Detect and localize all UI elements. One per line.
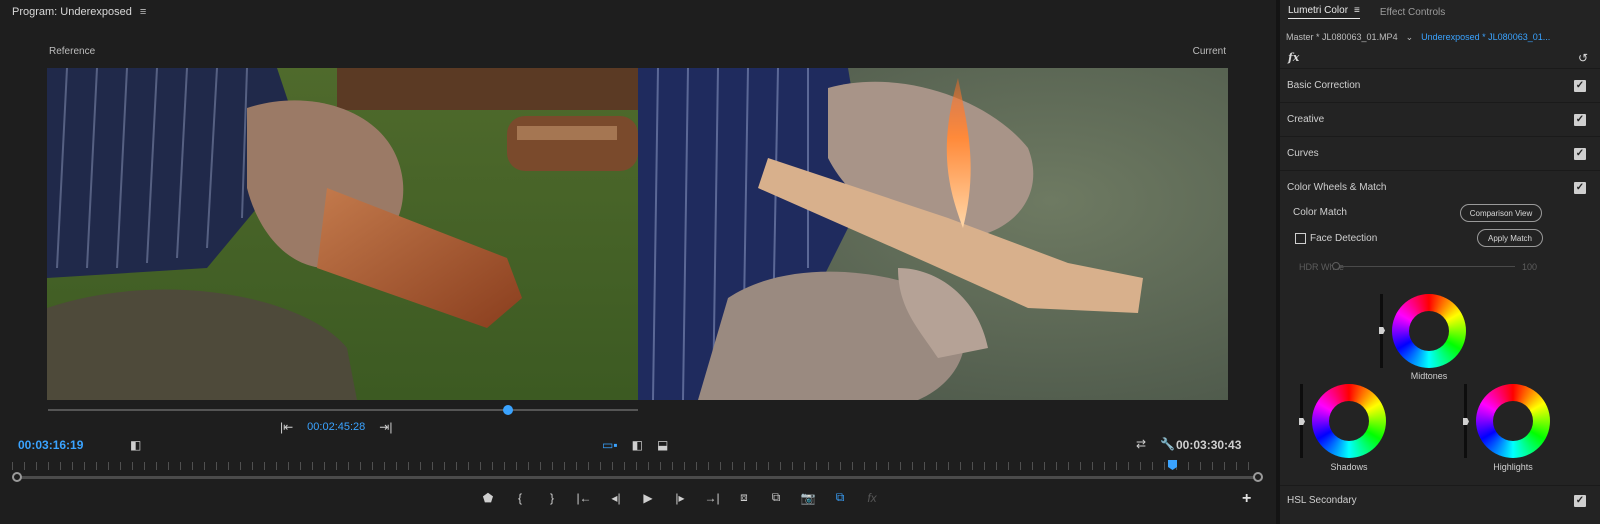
- section-enable-checkbox[interactable]: ✓: [1574, 147, 1586, 160]
- reference-timecode[interactable]: 00:02:45:28: [307, 421, 365, 433]
- section-label: Creative: [1287, 114, 1325, 125]
- export-frame-icon[interactable]: 📷: [800, 491, 816, 505]
- play-icon[interactable]: ▶: [640, 491, 656, 505]
- fx-disabled-icon[interactable]: fx: [864, 491, 880, 505]
- hdr-white-value: 100: [1522, 262, 1538, 272]
- section-color-wheels[interactable]: Color Wheels & Match ✓: [1280, 170, 1600, 204]
- zoom-start-handle[interactable]: [12, 472, 22, 482]
- program-title: Program: Underexposed: [12, 6, 132, 18]
- reference-frame-image: [47, 68, 638, 400]
- zoom-end-handle[interactable]: [1253, 472, 1263, 482]
- section-label: Curves: [1287, 148, 1319, 159]
- panel-menu-icon[interactable]: ≡: [140, 6, 146, 18]
- section-enable-checkbox[interactable]: ✓: [1574, 181, 1586, 194]
- section-basic-correction[interactable]: Basic Correction ✓: [1280, 68, 1600, 102]
- tab-effect-controls[interactable]: Effect Controls: [1380, 7, 1445, 18]
- lumetri-panel: Lumetri Color ≡ Effect Controls Master *…: [1280, 0, 1600, 524]
- program-monitor: Program: Underexposed ≡ Reference Curren…: [0, 0, 1276, 524]
- add-marker-icon[interactable]: ⬟: [480, 491, 496, 505]
- reference-frame: [47, 68, 638, 400]
- vertical-split-icon[interactable]: ◧: [632, 438, 643, 452]
- mark-in-icon[interactable]: {: [512, 491, 528, 505]
- duration-timecode: 00:03:30:43: [1176, 438, 1242, 452]
- midtones-color-wheel[interactable]: [1392, 294, 1466, 368]
- program-monitor-header: Program: Underexposed ≡: [12, 6, 146, 18]
- go-to-out-icon[interactable]: ⇥|: [379, 420, 392, 434]
- reference-scrubber-track[interactable]: [48, 409, 638, 411]
- fx-row: fx ↺: [1280, 50, 1600, 68]
- tab-lumetri-label: Lumetri Color: [1288, 5, 1349, 16]
- go-to-in-point-icon[interactable]: |←: [576, 491, 592, 505]
- fx-icon[interactable]: fx: [1288, 51, 1299, 64]
- current-frame: [638, 68, 1228, 400]
- step-back-icon[interactable]: ◂|: [608, 491, 624, 505]
- section-label: Color Wheels & Match: [1287, 182, 1387, 193]
- face-detection-label: Face Detection: [1310, 233, 1378, 244]
- transport-controls: ⬟ { } |← ◂| ▶ |▸ →| ⧈ ⧉ 📷 ⧉ fx: [480, 490, 880, 505]
- chevron-down-icon[interactable]: ⌄: [1406, 32, 1414, 43]
- reference-label: Reference: [49, 46, 96, 57]
- mark-out-icon[interactable]: }: [544, 491, 560, 505]
- time-ruler[interactable]: [12, 462, 1258, 470]
- midtones-label: Midtones: [1410, 371, 1448, 381]
- target-clip-label[interactable]: Underexposed * JL080063_01...: [1421, 32, 1550, 43]
- comparison-toggle-icon[interactable]: ◧: [130, 438, 141, 452]
- tab-menu-icon[interactable]: ≡: [1354, 5, 1360, 16]
- section-enable-checkbox[interactable]: ✓: [1574, 494, 1586, 507]
- shadows-slider-knob[interactable]: [1299, 418, 1305, 425]
- reset-icon[interactable]: ↺: [1578, 51, 1588, 65]
- section-creative[interactable]: Creative ✓: [1280, 102, 1600, 136]
- current-label: Current: [1192, 46, 1226, 57]
- highlights-color-wheel[interactable]: [1476, 384, 1550, 458]
- midtones-slider-knob[interactable]: [1379, 327, 1385, 334]
- section-enable-checkbox[interactable]: ✓: [1574, 79, 1586, 92]
- go-to-out-point-icon[interactable]: →|: [704, 491, 720, 505]
- shadows-color-wheel[interactable]: [1312, 384, 1386, 458]
- side-by-side-icon[interactable]: ▭▪: [602, 438, 618, 452]
- comparison-view-icon[interactable]: ⧉: [832, 490, 848, 505]
- panel-tabs: Lumetri Color ≡ Effect Controls: [1280, 0, 1600, 24]
- wrench-icon[interactable]: 🔧: [1160, 437, 1175, 451]
- current-timecode[interactable]: 00:03:16:19: [18, 438, 83, 452]
- shadows-label: Shadows: [1330, 462, 1368, 472]
- button-editor-icon[interactable]: +: [1242, 490, 1251, 508]
- apply-match-button[interactable]: Apply Match: [1477, 229, 1543, 247]
- section-label: Basic Correction: [1287, 80, 1361, 91]
- tab-lumetri-color[interactable]: Lumetri Color ≡: [1288, 5, 1360, 19]
- step-forward-icon[interactable]: |▸: [672, 491, 688, 505]
- master-clip-label[interactable]: Master * JL080063_01.MP4: [1286, 32, 1398, 43]
- swap-sides-icon[interactable]: ⇄: [1136, 437, 1146, 451]
- lift-icon[interactable]: ⧈: [736, 490, 752, 505]
- current-frame-image: [638, 68, 1228, 400]
- horizontal-split-icon[interactable]: ⬓: [657, 438, 668, 452]
- hdr-white-slider[interactable]: [1335, 266, 1515, 267]
- go-to-in-icon[interactable]: |⇤: [280, 420, 293, 434]
- clip-selector: Master * JL080063_01.MP4 ⌄ Underexposed …: [1286, 32, 1550, 43]
- section-label: HSL Secondary: [1287, 495, 1357, 506]
- highlights-label: Highlights: [1493, 462, 1533, 472]
- reference-scrubber-handle[interactable]: [503, 405, 513, 415]
- timeline-zoom-bar[interactable]: [16, 476, 1258, 479]
- view-mode-buttons: ▭▪ ◧ ⬓: [602, 438, 668, 452]
- extract-icon[interactable]: ⧉: [768, 490, 784, 505]
- section-hsl-secondary[interactable]: HSL Secondary ✓: [1280, 485, 1600, 515]
- monitor-right-icons: ⇄ 🔧: [1136, 437, 1175, 451]
- premiere-window: Program: Underexposed ≡ Reference Curren…: [0, 0, 1600, 524]
- color-match-label: Color Match: [1293, 207, 1347, 218]
- comparison-view-button[interactable]: Comparison View: [1460, 204, 1542, 222]
- reference-controls: |⇤ 00:02:45:28 ⇥|: [280, 420, 392, 434]
- section-curves[interactable]: Curves ✓: [1280, 136, 1600, 170]
- section-enable-checkbox[interactable]: ✓: [1574, 113, 1586, 126]
- face-detection-checkbox[interactable]: [1295, 233, 1306, 244]
- highlights-slider-knob[interactable]: [1463, 418, 1469, 425]
- hdr-white-knob[interactable]: [1332, 262, 1340, 270]
